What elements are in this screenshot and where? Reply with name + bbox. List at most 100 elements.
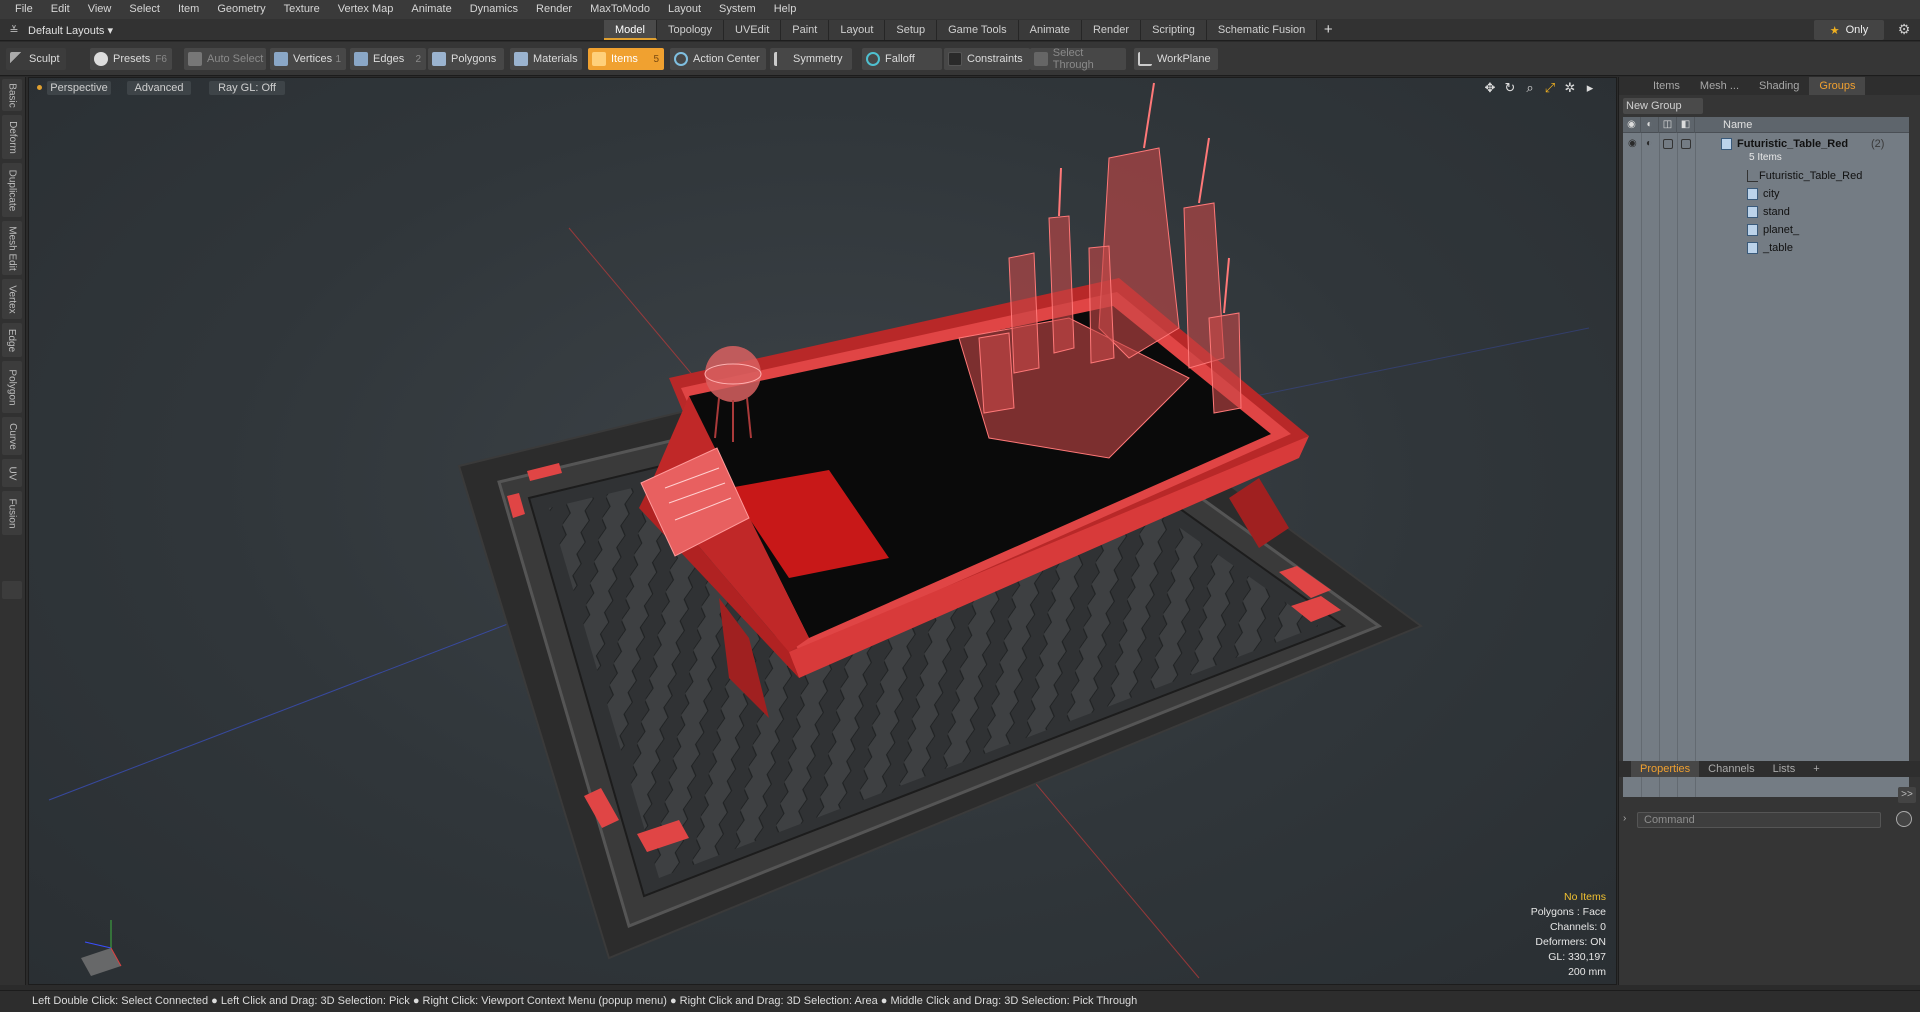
menu-geometry[interactable]: Geometry	[208, 0, 274, 19]
tab-groups[interactable]: Groups	[1809, 77, 1866, 95]
layout-switcher[interactable]: ≚ Default Layouts ▾	[0, 19, 113, 41]
menu-maxtomodo[interactable]: MaxToModo	[581, 0, 659, 19]
select-column-icon[interactable]: ◧	[1677, 117, 1695, 133]
list-item[interactable]: _table	[1623, 239, 1909, 257]
tab-shading[interactable]: Shading	[1749, 77, 1809, 95]
menu-render[interactable]: Render	[527, 0, 581, 19]
menu-item[interactable]: Item	[169, 0, 208, 19]
menu-select[interactable]: Select	[120, 0, 169, 19]
vertices-button[interactable]: Vertices 1	[270, 48, 346, 70]
toolbar: Sculpt Presets F6 Auto Select Vertices 1…	[0, 42, 1920, 76]
tab-game-tools[interactable]: Game Tools	[937, 20, 1019, 40]
eye-icon[interactable]: ◉	[1628, 138, 1637, 149]
menu-help[interactable]: Help	[765, 0, 806, 19]
falloff-button[interactable]: Falloff	[862, 48, 942, 70]
menu-dynamics[interactable]: Dynamics	[461, 0, 527, 19]
menu-animate[interactable]: Animate	[402, 0, 460, 19]
items-button[interactable]: Items 5	[588, 48, 664, 70]
expand-panel-button[interactable]: >>	[1898, 787, 1916, 803]
brush-icon	[10, 52, 24, 66]
materials-button[interactable]: Materials	[510, 48, 582, 70]
strip-tab-basic[interactable]: Basic	[2, 79, 22, 111]
render-icon[interactable]: ◐	[1646, 138, 1652, 149]
add-panel-tab-button[interactable]: +	[1804, 761, 1828, 777]
auto-select-button[interactable]: Auto Select	[184, 48, 266, 70]
select-checkbox[interactable]	[1681, 139, 1691, 149]
strip-tab-vertex[interactable]: Vertex	[2, 279, 22, 319]
strip-tab-deform[interactable]: Deform	[2, 115, 22, 159]
menu-layout[interactable]: Layout	[659, 0, 710, 19]
render-column-icon[interactable]: ◐	[1641, 117, 1659, 133]
constraints-button[interactable]: Constraints	[944, 48, 1030, 70]
sculpt-button[interactable]: Sculpt	[6, 48, 66, 70]
zoom-view-icon[interactable]: ⌕	[1522, 80, 1538, 96]
list-item[interactable]: Futuristic_Table_Red	[1623, 167, 1909, 185]
strip-tab-duplicate[interactable]: Duplicate	[2, 163, 22, 217]
auto-select-label: Auto Select	[207, 53, 264, 65]
select-through-button[interactable]: Select Through	[1030, 47, 1126, 71]
raygl-toggle[interactable]: Ray GL: Off	[209, 81, 285, 95]
command-input[interactable]: Command	[1637, 812, 1881, 828]
list-item[interactable]: stand	[1623, 203, 1909, 221]
tab-items[interactable]: Items	[1643, 77, 1690, 95]
polygons-button[interactable]: Polygons	[428, 48, 504, 70]
star-icon: ★	[1829, 24, 1840, 37]
menu-vertex-map[interactable]: Vertex Map	[329, 0, 403, 19]
list-item[interactable]: planet_	[1623, 221, 1909, 239]
strip-tab-polygon[interactable]: Polygon	[2, 361, 22, 413]
presets-button[interactable]: Presets F6	[90, 48, 172, 70]
list-item[interactable]: city	[1623, 185, 1909, 203]
tab-animate[interactable]: Animate	[1018, 20, 1082, 40]
menu-texture[interactable]: Texture	[275, 0, 329, 19]
lock-column-icon[interactable]: ◫	[1659, 117, 1677, 133]
collapse-icon[interactable]: ≚	[0, 24, 28, 37]
presets-label: Presets	[113, 53, 151, 65]
3d-viewport[interactable]: Perspective Advanced Ray GL: Off ✥ ↻ ⌕ ⤢…	[28, 77, 1617, 985]
tab-mesh[interactable]: Mesh ...	[1690, 77, 1749, 95]
action-center-button[interactable]: Action Center	[670, 48, 766, 70]
strip-tab-mesh-edit[interactable]: Mesh Edit	[2, 221, 22, 275]
strip-tab-edge[interactable]: Edge	[2, 323, 22, 357]
layout-tabs: Model Topology UVEdit Paint Layout Setup…	[604, 20, 1339, 40]
tab-paint[interactable]: Paint	[781, 20, 830, 40]
tab-layout[interactable]: Layout	[829, 20, 886, 40]
add-tab-button[interactable]: +	[1317, 20, 1339, 40]
menu-view[interactable]: View	[79, 0, 121, 19]
tab-model[interactable]: Model	[604, 20, 657, 40]
rotate-view-icon[interactable]: ↻	[1502, 80, 1518, 96]
gear-icon[interactable]: ⚙	[1896, 21, 1912, 37]
lock-checkbox[interactable]	[1663, 139, 1673, 149]
edges-button[interactable]: Edges 2	[350, 48, 426, 70]
menu-edit[interactable]: Edit	[42, 0, 79, 19]
strip-tab-curve[interactable]: Curve	[2, 417, 22, 455]
record-icon[interactable]	[1896, 811, 1912, 827]
move-view-icon[interactable]: ✥	[1482, 80, 1498, 96]
strip-expand-button[interactable]	[2, 581, 22, 599]
new-group-button[interactable]: New Group	[1623, 98, 1703, 114]
perspective-dropdown[interactable]: Perspective	[47, 81, 111, 95]
tab-properties[interactable]: Properties	[1631, 761, 1700, 777]
symmetry-button[interactable]: Symmetry	[770, 48, 852, 70]
strip-tab-label: Mesh Edit	[6, 225, 18, 271]
only-button[interactable]: ★ Only	[1814, 20, 1884, 40]
tab-channels[interactable]: Channels	[1699, 761, 1763, 777]
tab-uvedit[interactable]: UVEdit	[724, 20, 782, 40]
strip-tab-uv[interactable]: UV	[2, 459, 22, 487]
advanced-dropdown[interactable]: Advanced	[127, 81, 191, 95]
visibility-column-icon[interactable]: ◉	[1623, 117, 1641, 133]
strip-tab-fusion[interactable]: Fusion	[2, 491, 22, 535]
tab-render[interactable]: Render	[1081, 20, 1142, 40]
viewport-settings-icon[interactable]: ✲	[1562, 80, 1578, 96]
workplane-button[interactable]: WorkPlane	[1134, 48, 1218, 70]
tab-lists[interactable]: Lists	[1764, 761, 1805, 777]
tab-schematic-fusion[interactable]: Schematic Fusion	[1206, 20, 1318, 40]
viewport-menu-arrow-icon[interactable]: ▸	[1582, 80, 1598, 96]
menu-system[interactable]: System	[710, 0, 765, 19]
only-label: Only	[1845, 24, 1869, 36]
fit-view-icon[interactable]: ⤢	[1542, 80, 1558, 96]
tab-setup[interactable]: Setup	[885, 20, 938, 40]
tool-category-strip: Basic Deform Duplicate Mesh Edit Vertex …	[0, 77, 26, 985]
menu-file[interactable]: File	[6, 0, 42, 19]
tab-scripting[interactable]: Scripting	[1141, 20, 1207, 40]
tab-topology[interactable]: Topology	[656, 20, 725, 40]
